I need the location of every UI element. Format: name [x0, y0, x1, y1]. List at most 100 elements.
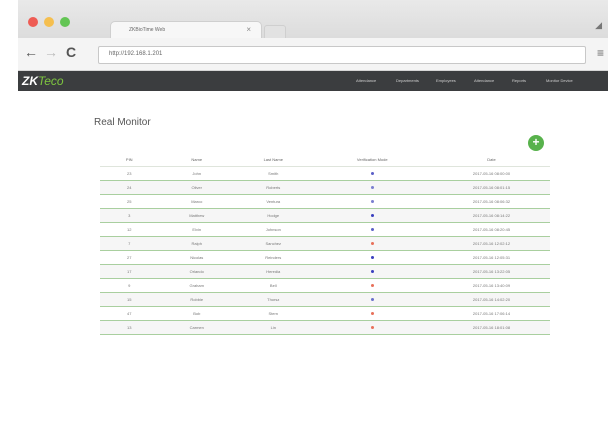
table-cell: 2017-05-16 17:06:14 — [433, 306, 550, 321]
verification-cell — [311, 166, 433, 181]
table-cell: 27 — [100, 250, 159, 265]
reload-icon[interactable]: C — [66, 44, 76, 60]
table-cell: 2017-05-16 08:06:32 — [433, 194, 550, 209]
table-cell: 25 — [100, 194, 159, 209]
table-cell: 2017-05-16 13:22:05 — [433, 264, 550, 279]
close-window-button[interactable] — [28, 17, 38, 27]
verification-cell — [311, 292, 433, 307]
tab-title: ZKBioTime Web — [129, 27, 166, 33]
browser-window: ZKBioTime Web × ◢ ← → C http://192.168.1… — [18, 0, 608, 421]
column-header[interactable]: PIN — [100, 152, 159, 167]
table-cell: Reinders — [235, 250, 312, 265]
table-cell: Johnson — [235, 222, 312, 237]
table-cell: 2017-05-16 12:05:31 — [433, 250, 550, 265]
table-cell: Bob — [158, 306, 235, 321]
verification-mode-icon — [370, 214, 374, 217]
table-cell: Ralph — [158, 236, 235, 251]
table-cell: 3 — [100, 208, 159, 223]
table-cell: 17 — [100, 264, 159, 279]
verification-mode-icon — [370, 200, 374, 203]
maximize-window-button[interactable] — [60, 17, 70, 27]
verification-cell — [311, 236, 433, 251]
verification-cell — [311, 306, 433, 321]
table-cell: Matthew — [158, 208, 235, 223]
table-row[interactable]: 12 Elvin Johnson 2017-05-16 08:20:45 — [100, 222, 550, 237]
table-row[interactable]: 27 Nicolas Reinders 2017-05-16 12:05:31 — [100, 250, 550, 265]
table-row[interactable]: 24 Oliver Roberts 2017-05-16 08:01:15 — [100, 180, 550, 195]
nav-link[interactable]: Employees — [436, 78, 456, 83]
table-row[interactable]: 3 Matthew Hodge 2017-05-16 08:14:22 — [100, 208, 550, 223]
column-header[interactable]: Verification Mode — [311, 152, 433, 167]
column-header[interactable]: Name — [158, 152, 235, 167]
table-cell: Carmen — [158, 320, 235, 335]
table-row[interactable]: 13 Carmen Lin 2017-05-16 18:01:08 — [100, 320, 550, 335]
table-cell: Smith — [235, 166, 312, 181]
table-cell: Orlando — [158, 264, 235, 279]
verification-mode-icon — [370, 256, 374, 259]
verification-cell — [311, 194, 433, 209]
verification-cell — [311, 264, 433, 279]
verification-cell — [311, 250, 433, 265]
nav-link[interactable]: Monitor Device — [546, 78, 573, 83]
browser-tab[interactable]: ZKBioTime Web × — [110, 21, 262, 39]
url-input[interactable]: http://192.168.1.201 — [98, 46, 586, 64]
tab-close-icon[interactable]: × — [246, 25, 251, 34]
table-cell: John — [158, 166, 235, 181]
verification-cell — [311, 208, 433, 223]
logo-main: ZK — [22, 74, 38, 88]
table-row[interactable]: 17 Orlando Heredia 2017-05-16 13:22:05 — [100, 264, 550, 279]
table-row[interactable]: 47 Bob Stern 2017-05-16 17:06:14 — [100, 306, 550, 321]
column-header[interactable]: Date — [433, 152, 550, 167]
table-cell: 12 — [100, 222, 159, 237]
table-row[interactable]: 25 Marco Ventura 2017-05-16 08:06:32 — [100, 194, 550, 209]
table-cell: Oliver — [158, 180, 235, 195]
table-cell: 47 — [100, 306, 159, 321]
url-text: http://192.168.1.201 — [109, 51, 163, 57]
tab-strip: ZKBioTime Web × ◢ — [18, 0, 608, 39]
table-cell: 2017-05-16 08:00:00 — [433, 166, 550, 181]
menu-icon[interactable]: ≡ — [597, 46, 604, 60]
new-tab-button[interactable] — [264, 25, 286, 39]
brand-logo[interactable]: ZKTeco — [22, 74, 64, 88]
table-cell: Sanchez — [235, 236, 312, 251]
nav-link[interactable]: Departments — [396, 78, 419, 83]
table-cell: Graham — [158, 278, 235, 293]
verification-cell — [311, 180, 433, 195]
profile-icon[interactable]: ◢ — [595, 20, 602, 31]
table-cell: Elvin — [158, 222, 235, 237]
table-cell: Roberts — [235, 180, 312, 195]
table-row[interactable]: 7 Ralph Sanchez 2017-05-16 12:02:12 — [100, 236, 550, 251]
nav-link[interactable]: Reports — [512, 78, 526, 83]
verification-mode-icon — [370, 284, 374, 287]
table-cell: Lin — [235, 320, 312, 335]
verification-mode-icon — [370, 312, 374, 315]
table-row[interactable]: 23 John Smith 2017-05-16 08:00:00 — [100, 166, 550, 181]
verification-mode-icon — [370, 326, 374, 329]
logo-accent: Teco — [38, 74, 64, 88]
table-cell: 2017-05-16 12:02:12 — [433, 236, 550, 251]
table-cell: Thorsz — [235, 292, 312, 307]
table-row[interactable]: 9 Graham Bell 2017-05-16 13:40:09 — [100, 278, 550, 293]
table-header-row: PIN Name Last Name Verification Mode Date — [100, 152, 550, 167]
table-cell: Ventura — [235, 194, 312, 209]
nav-link[interactable]: Attendance — [474, 78, 494, 83]
main-content: Real Monitor + PIN Name Last Name Verificat… — [18, 91, 608, 421]
verification-cell — [311, 222, 433, 237]
forward-icon[interactable]: → — [44, 44, 58, 60]
address-bar: ← → C http://192.168.1.201 ≡ — [18, 38, 608, 71]
column-header[interactable]: Last Name — [235, 152, 312, 167]
table-cell: 13 — [100, 320, 159, 335]
verification-mode-icon — [370, 228, 374, 231]
table-cell: Nicolas — [158, 250, 235, 265]
table-cell: 23 — [100, 166, 159, 181]
table-cell: 7 — [100, 236, 159, 251]
table-cell: 2017-05-16 08:20:45 — [433, 222, 550, 237]
verification-mode-icon — [370, 242, 374, 245]
table-cell: 2017-05-16 13:40:09 — [433, 278, 550, 293]
minimize-window-button[interactable] — [44, 17, 54, 27]
table-row[interactable]: 15 Robbie Thorsz 2017-05-16 14:02:20 — [100, 292, 550, 307]
back-icon[interactable]: ← — [24, 44, 38, 60]
add-button[interactable]: + — [528, 135, 544, 151]
verification-cell — [311, 320, 433, 335]
nav-link[interactable]: Attendance — [356, 78, 376, 83]
